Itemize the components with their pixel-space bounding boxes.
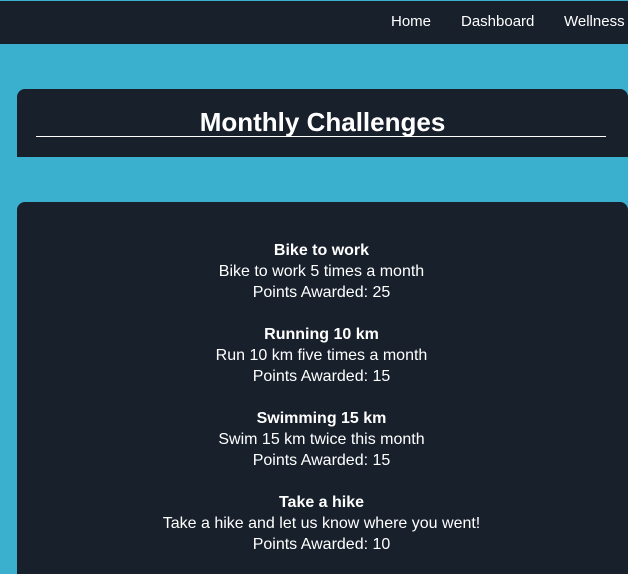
nav-link-home[interactable]: Home (391, 13, 431, 31)
title-underline (36, 136, 606, 137)
title-card: Monthly Challenges (17, 89, 628, 157)
nav-link-dashboard[interactable]: Dashboard (461, 13, 534, 31)
challenge-points: Points Awarded: 25 (252, 284, 391, 301)
nav-link-wellness[interactable]: Wellness (564, 13, 625, 31)
navbar: Home Dashboard Wellness (0, 0, 628, 44)
challenge-points: Points Awarded: 15 (252, 368, 391, 385)
challenge-item: Swimming 15 km Swim 15 km twice this mon… (17, 408, 626, 471)
challenge-name: Running 10 km (264, 326, 379, 343)
challenge-item: Take a hike Take a hike and let us know … (17, 492, 626, 555)
challenge-name: Bike to work (273, 242, 370, 259)
challenge-name: Swimming 15 km (256, 410, 387, 427)
page-title: Monthly Challenges (199, 107, 446, 137)
challenge-points: Points Awarded: 10 (252, 536, 391, 553)
challenge-item: Running 10 km Run 10 km five times a mon… (17, 324, 626, 387)
challenge-description: Take a hike and let us know where you we… (162, 515, 481, 532)
challenge-description: Run 10 km five times a month (215, 347, 428, 364)
challenge-name: Take a hike (278, 494, 365, 511)
challenge-points: Points Awarded: 15 (252, 452, 391, 469)
challenges-card: Bike to work Bike to work 5 times a mont… (17, 202, 628, 574)
challenge-description: Bike to work 5 times a month (218, 263, 425, 280)
challenge-description: Swim 15 km twice this month (218, 431, 425, 448)
challenge-item: Bike to work Bike to work 5 times a mont… (17, 240, 626, 303)
